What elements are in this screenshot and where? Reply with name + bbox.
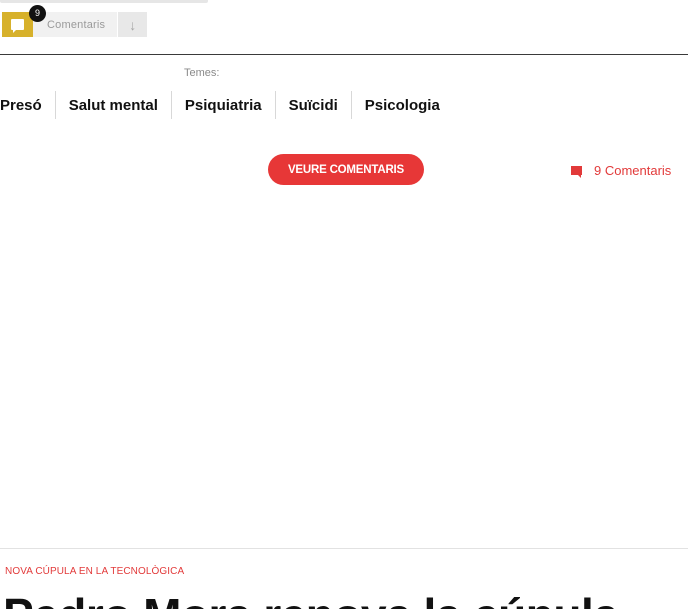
comment-button[interactable]: 9: [2, 5, 46, 37]
view-comments-button[interactable]: VEURE COMENTARIS: [268, 154, 424, 185]
tag-psicologia[interactable]: Psicologia: [350, 91, 453, 119]
comment-share-bar: 9 Comentaris ↓: [2, 5, 148, 37]
tag-suicidi[interactable]: Suïcidi: [274, 91, 351, 119]
tag-preso[interactable]: Presó: [0, 91, 55, 119]
comment-count-badge: 9: [29, 5, 46, 22]
comments-count-label: 9 Comentaris: [594, 163, 672, 178]
comment-icon: [571, 166, 582, 178]
arrow-down-icon[interactable]: ↓: [117, 12, 148, 37]
comments-count-link[interactable]: 9 Comentaris: [571, 163, 671, 178]
article-headline[interactable]: Pedro Mora renova la cúpula: [3, 592, 619, 609]
article-divider: [0, 548, 688, 549]
tag-salut-mental[interactable]: Salut mental: [54, 91, 171, 119]
tag-psiquiatria[interactable]: Psiquiatria: [170, 91, 275, 119]
top-strip: [0, 0, 208, 3]
article-kicker[interactable]: NOVA CÚPULA EN LA TECNOLÒGICA: [5, 566, 184, 577]
topic-tags: Presó Salut mental Psiquiatria Suïcidi P…: [0, 91, 453, 119]
section-divider: [0, 54, 688, 55]
topics-label: Temes:: [184, 67, 220, 79]
comment-icon: [11, 19, 24, 33]
